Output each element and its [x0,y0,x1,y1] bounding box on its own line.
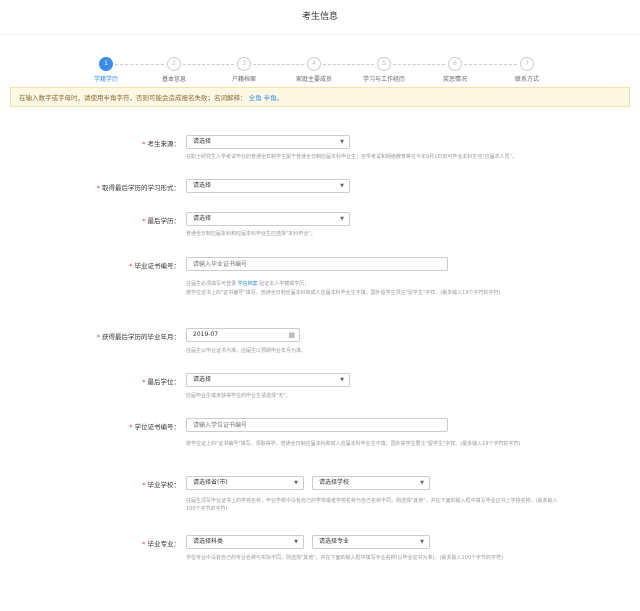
chevron-down-icon: ▼ [420,480,424,486]
select-value: 请选择 [193,215,212,222]
step-number: 7 [520,57,534,71]
select-value: 请选择省(市) [193,479,228,486]
step-1[interactable]: 1 学籍学历 [76,57,136,83]
calendar-icon: ▦ [288,331,295,339]
degree-cert-input[interactable] [186,418,448,432]
field-hint: 往届生以毕业证书为准，应届生以预期毕业年月为准。 [186,348,307,354]
step-7[interactable]: 7 联系方式 [497,57,557,83]
step-label: 基本信息 [161,76,186,83]
school-select[interactable]: 请选择学校 ▼ [312,476,430,490]
select-value: 请选择学校 [319,479,350,486]
chevron-down-icon: ▼ [340,183,344,189]
date-value: 2019-07 [193,331,219,338]
step-label: 学习与工作经历 [362,76,405,83]
step-number: 2 [167,57,181,71]
chevron-down-icon: ▼ [420,539,424,545]
step-label: 学籍学历 [93,76,118,83]
field-hint: 按学位证书上的"证书编号"填写，普通全日制应届本科和成人应届本科毕业生不填；国外… [186,290,501,296]
required-star: * [142,540,146,548]
study-form-select[interactable]: 请选择 ▼ [186,179,350,193]
required-star: * [142,140,146,148]
step-number: 4 [307,57,321,71]
required-star: * [96,333,100,341]
field-label: 毕业专业： [147,540,181,548]
halfwidth-link[interactable]: 半角。 [264,94,284,102]
required-star: * [142,481,146,489]
field-hint: 按学位证上的"证书编号"填写，须取得学、普通全日制应届本科和成人应届本科毕业生不… [186,441,521,447]
chevron-down-icon: ▼ [340,377,344,383]
step-2[interactable]: 2 基本信息 [144,57,204,83]
step-label: 联系方式 [514,76,539,83]
step-number: 3 [237,57,251,71]
field-hint: 普通全日制应届本科和应届本科毕业生应选择"本科毕业"。 [186,231,316,237]
field-hint: 往届生必须填写可登录 学信档案 验证本人学籍或学历； [186,280,566,288]
field-hint: 学位专业中没有自己的专业名称与实际不同，则选择"其他"，并在下面的输入框中填写专… [186,555,503,561]
required-star: * [129,262,133,270]
required-star: * [96,184,100,192]
field-label: 毕业证书编号： [134,262,181,270]
step-6[interactable]: 6 奖惩情况 [425,57,485,83]
fullwidth-link[interactable]: 全角 [249,94,262,102]
select-value: 请选择专业 [319,538,350,545]
field-hint: 往届生须写毕业证书上的学校名称，毕业学校中没有自己的学校或者学校名称与自己名称不… [186,498,558,512]
step-number: 1 [99,57,113,71]
step-number: 5 [377,57,391,71]
degree-select[interactable]: 请选择 ▼ [186,212,350,226]
select-value: 请选择科类 [193,538,224,545]
category-select[interactable]: 请选择科类 ▼ [186,535,304,549]
step-label: 奖惩情况 [442,76,467,83]
step-label: 户籍档案 [231,76,256,83]
field-label: 获得最后学历的毕业年月： [102,333,180,341]
notice-banner: 在输入数字或字母时，请使用半角字符，否则可能会造成报名失败；名词解释： 全角 半… [10,87,630,107]
step-label: 家庭主要成员 [295,76,332,83]
header: 考生信息 [0,0,640,35]
step-5[interactable]: 5 学习与工作经历 [354,57,414,83]
chevron-down-icon: ▼ [294,539,298,545]
required-star: * [142,217,146,225]
field-label: 毕业学校： [147,481,181,489]
required-star: * [142,378,146,386]
chevron-down-icon: ▼ [340,139,344,145]
field-hint: 应届毕业生或未获得学位的毕业生请选择"无"。 [186,393,291,399]
field-label: 最后学位： [147,378,181,386]
province-select[interactable]: 请选择省(市) ▼ [186,476,304,490]
last-degree-select[interactable]: 请选择 ▼ [186,373,350,387]
required-star: * [129,423,133,431]
field-label: 学位证书编号： [134,423,181,431]
field-label: 取得最后学历的学习形式： [102,184,180,192]
field-label: 最后学历： [147,217,181,225]
select-value: 请选择 [193,138,212,145]
grad-date-picker[interactable]: 2019-07 ▦ [186,328,300,342]
step-number: 6 [448,57,462,71]
hint-text: 验证本人学籍或学历； [257,281,310,287]
field-hint: 在职士研究生入学考试毕业的普通全日制学生属于普通全日制应届本科毕业生；自学考试和… [186,154,517,160]
hint-text: 往届生必须填写可登录 [186,281,238,287]
xuexin-link[interactable]: 学信档案 [238,281,258,287]
field-label: 考生来源： [147,140,181,148]
chevron-down-icon: ▼ [340,216,344,222]
notice-text: 在输入数字或字母时，请使用半角字符，否则可能会造成报名失败；名词解释： [19,94,247,102]
page-title: 考生信息 [301,12,338,22]
step-3[interactable]: 3 户籍档案 [214,57,274,83]
cert-no-input[interactable] [186,257,448,271]
source-select[interactable]: 请选择 ▼ [186,135,350,149]
step-4[interactable]: 4 家庭主要成员 [284,57,344,83]
select-value: 请选择 [193,376,212,383]
step-progress: 1 学籍学历 2 基本信息 3 户籍档案 4 家庭主要成员 5 学习与工作经历 … [0,35,640,87]
select-value: 请选择 [193,182,212,189]
chevron-down-icon: ▼ [294,480,298,486]
major-select[interactable]: 请选择专业 ▼ [312,535,430,549]
